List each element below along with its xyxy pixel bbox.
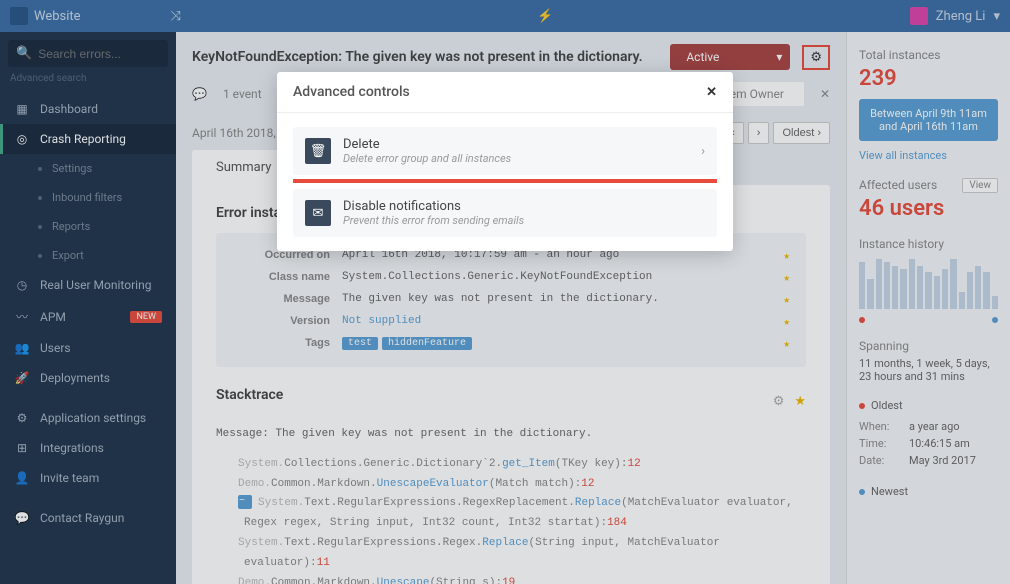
disable-subtitle: Prevent this error from sending emails [343, 214, 705, 227]
disable-title: Disable notifications [343, 199, 705, 214]
delete-title: Delete [343, 137, 689, 152]
chevron-right-icon: › [701, 144, 705, 159]
modal-overlay[interactable]: Advanced controls ✕ 🗑 Delete Delete erro… [0, 0, 1010, 584]
disable-notifications-option[interactable]: ✉ Disable notifications Prevent this err… [293, 189, 717, 237]
mail-icon: ✉ [305, 200, 331, 226]
modal-title: Advanced controls [293, 84, 410, 100]
delete-option[interactable]: 🗑 Delete Delete error group and all inst… [293, 127, 717, 175]
close-button[interactable]: ✕ [706, 85, 717, 100]
trash-icon: 🗑 [305, 138, 331, 164]
advanced-controls-modal: Advanced controls ✕ 🗑 Delete Delete erro… [277, 72, 733, 251]
delete-subtitle: Delete error group and all instances [343, 152, 689, 165]
highlight-bar [293, 179, 717, 183]
